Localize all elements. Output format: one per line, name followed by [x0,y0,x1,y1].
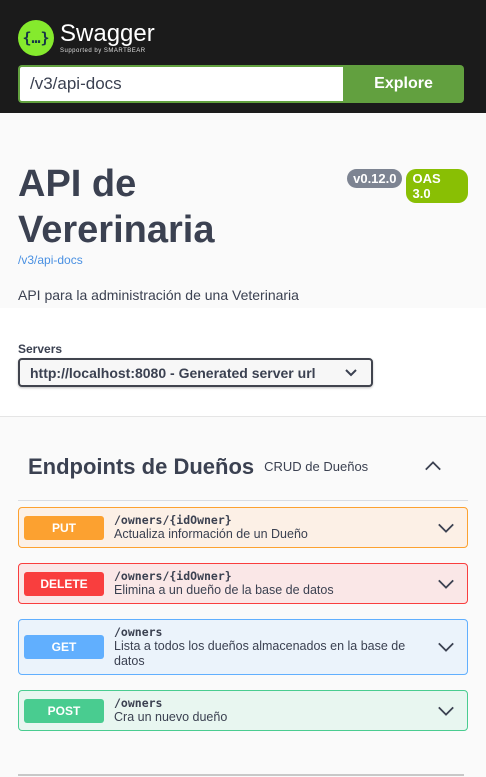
server-selected-value: http://localhost:8080 - Generated server… [30,364,316,381]
logo-subtitle: Supported by SMARTBEAR [60,48,146,54]
operation-put-owner[interactable]: PUT /owners/{idOwner} Actualiza informac… [18,507,468,548]
operation-path: /owners/{idOwner} [114,569,232,583]
chevron-down-icon[interactable] [437,639,455,655]
api-docs-link[interactable]: /v3/api-docs [18,253,468,267]
swagger-logo-icon: {…} [18,20,54,56]
api-info: API de Vererinaria v0.12.0 OAS 3.0 /v3/a… [0,113,486,308]
spec-url-form: Explore [18,65,464,103]
next-section-divider [18,774,464,776]
explore-button[interactable]: Explore [343,65,464,103]
operation-summary: Lista a todos los dueños almacenados en … [114,639,406,668]
operation-summary: Actualiza información de un Dueño [114,527,308,541]
swagger-logo[interactable]: {…} Swagger Supported by SMARTBEAR [18,15,468,61]
operation-post-owner[interactable]: POST /owners Cra un nuevo dueño [18,690,468,731]
chevron-down-icon[interactable] [437,703,455,719]
api-description: API para la administración de una Veteri… [18,287,299,303]
oas-badge: OAS 3.0 [406,169,468,203]
tag-name: Endpoints de Dueños [28,453,255,479]
method-badge: POST [24,698,104,723]
swagger-topbar: {…} Swagger Supported by SMARTBEAR Explo… [0,5,486,113]
chevron-down-icon[interactable] [437,576,455,592]
servers-label: Servers [18,342,63,356]
logo-title: Swagger [60,20,155,47]
version-badge: v0.12.0 [347,169,403,188]
chevron-down-icon [345,368,357,376]
method-badge: GET [24,635,104,659]
method-badge: PUT [24,515,104,540]
operation-path: /owners [114,696,163,710]
operation-summary: Cra un nuevo dueño [114,710,228,724]
spec-url-input[interactable] [18,65,343,103]
server-select[interactable]: http://localhost:8080 - Generated server… [18,358,373,387]
operation-delete-owner[interactable]: DELETE /owners/{idOwner} Elimina a un du… [18,563,468,604]
servers-section: Servers http://localhost:8080 - Generate… [0,308,486,417]
operations-container: Endpoints de Dueños CRUD de Dueños PUT /… [0,417,486,731]
tag-header[interactable]: Endpoints de Dueños CRUD de Dueños [18,417,468,501]
chevron-down-icon[interactable] [437,520,455,536]
method-badge: DELETE [24,571,104,596]
chevron-up-icon[interactable] [424,457,442,475]
operation-path: /owners [114,625,163,639]
tag-description: CRUD de Dueños [264,459,369,474]
api-title: API de Vererinaria [18,163,215,251]
operation-summary: Elimina a un dueño de la base de datos [114,583,334,597]
operation-get-owners[interactable]: GET /owners Lista a todos los dueños alm… [18,619,468,675]
operation-path: /owners/{idOwner} [114,513,232,527]
